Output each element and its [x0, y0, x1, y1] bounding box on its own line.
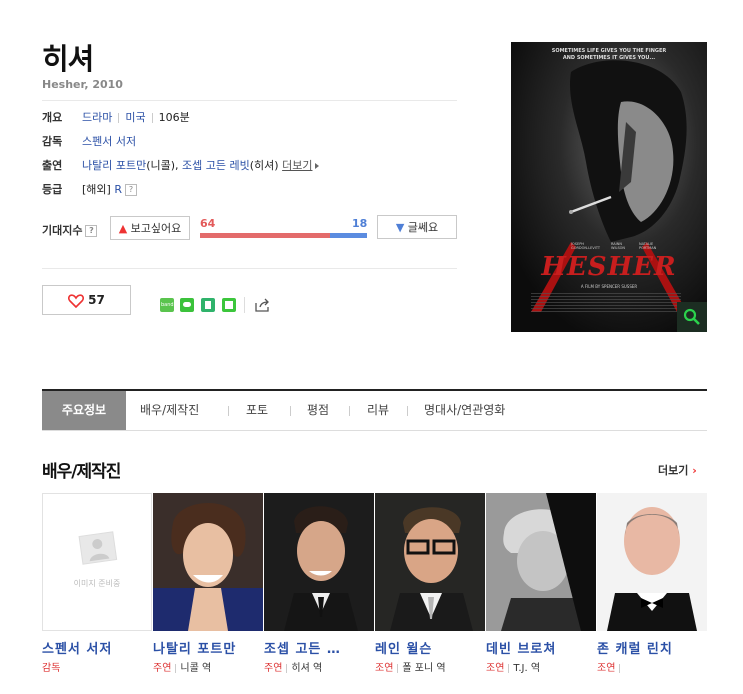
tab-cast-crew[interactable]: 배우/제작진	[140, 391, 199, 430]
chevron-right-icon: ›	[692, 464, 697, 477]
square-icon[interactable]	[222, 298, 236, 312]
want-bar	[200, 233, 330, 238]
chevron-right-icon	[315, 163, 320, 169]
info-rating: 등급 [해외] R?	[42, 182, 137, 198]
poster-actor-3: NATALIE PORTMAN	[639, 242, 657, 250]
poster-movie-name: HESHER	[541, 252, 677, 282]
cast-role-2: (히셔)	[249, 159, 279, 172]
not-bar	[330, 233, 367, 238]
cast-label: 출연	[42, 159, 63, 172]
poster-billing-block	[531, 292, 681, 312]
cast-name-4[interactable]: 레인 윌슨	[375, 638, 487, 657]
rating-link[interactable]: R	[114, 183, 122, 196]
cast-name-6[interactable]: 존 캐럴 린치	[597, 638, 709, 657]
tab-divider	[349, 406, 350, 416]
cast-photo-6[interactable]	[597, 493, 707, 631]
director-link[interactable]: 스펜서 서저	[82, 135, 136, 148]
cast-role-5: 조연 T.J. 역	[486, 663, 541, 674]
director-label: 감독	[42, 135, 63, 148]
like-button[interactable]: 57	[42, 285, 131, 315]
poster-tagline-1: SOMETIMES LIFE GIVES YOU THE FINGER	[551, 48, 667, 54]
thumbs-down-icon: ▼	[395, 221, 405, 234]
country-link[interactable]: 미국	[125, 111, 145, 124]
tab-divider	[407, 406, 408, 416]
image-placeholder-icon	[78, 531, 118, 565]
cast-name-2[interactable]: 나탈리 포트만	[153, 638, 265, 657]
cast-name-1[interactable]: 스펜서 서저	[42, 638, 154, 657]
want-count: 64	[200, 217, 216, 230]
cast-photo-3[interactable]	[264, 493, 374, 631]
expectation-label: 기대지수?	[42, 222, 98, 238]
cast-more-link[interactable]: 더보기	[282, 159, 312, 172]
bookmark-icon[interactable]	[201, 298, 215, 312]
zoom-button[interactable]	[677, 302, 707, 332]
cast-link-1[interactable]: 나탈리 포트만	[82, 159, 146, 172]
section-title: 배우/제작진	[42, 462, 121, 482]
cast-role-1: 감독	[42, 663, 61, 674]
movie-title: 히셔	[42, 42, 94, 76]
like-count: 57	[88, 293, 105, 307]
tab-bar: 주요정보 배우/제작진 포토 평점 리뷰 명대사/연관영화	[42, 389, 707, 431]
divider	[42, 100, 457, 101]
not-interested-button[interactable]: ▼ 글쎄요	[377, 215, 457, 239]
placeholder-text: 이미지 준비중	[73, 579, 121, 588]
search-icon	[683, 308, 700, 325]
cast-photo-5[interactable]	[486, 493, 596, 631]
info-overview: 개요 드라마 미국 106분	[42, 110, 190, 126]
want-label: 보고싶어요	[130, 222, 182, 235]
cast-photo-4[interactable]	[375, 493, 485, 631]
rating-label: 등급	[42, 183, 63, 196]
overview-label: 개요	[42, 111, 63, 124]
not-count: 18	[352, 217, 368, 230]
tab-photo[interactable]: 포토	[246, 391, 268, 430]
poster-actor-1: JOSEPH GORDON-LEVITT	[571, 242, 601, 250]
cast-role-4: 조연 폴 포니 역	[375, 663, 446, 674]
tab-quotes-related[interactable]: 명대사/연관영화	[424, 391, 505, 430]
info-director: 감독 스펜서 서저	[42, 134, 136, 150]
help-icon[interactable]: ?	[124, 184, 137, 196]
divider	[244, 297, 245, 313]
poster-actor-2: RAINN WILSON	[611, 242, 626, 250]
cast-photo-placeholder[interactable]: 이미지 준비중	[42, 493, 152, 631]
line-icon[interactable]	[180, 298, 194, 312]
cast-name-3[interactable]: 조셉 고든 …	[264, 638, 376, 657]
cast-role-2: 주연 니콜 역	[153, 663, 212, 674]
cast-role-1: (니콜),	[146, 159, 179, 172]
not-label: 글쎄요	[407, 221, 439, 234]
cast-role-3: 주연 히셔 역	[264, 663, 323, 674]
cast-name-5[interactable]: 데빈 브로쳐	[486, 638, 598, 657]
tab-rating[interactable]: 평점	[307, 391, 329, 430]
thumbs-up-icon: ▲	[118, 222, 128, 235]
cast-role-6: 조연	[597, 659, 624, 674]
info-cast: 출연 나탈리 포트만(니콜), 조셉 고든 레빗(히셔) 더보기	[42, 158, 320, 174]
want-to-see-button[interactable]: ▲ 보고싶어요	[110, 216, 190, 240]
section-more-link[interactable]: 더보기 ›	[658, 462, 697, 478]
help-icon[interactable]: ?	[85, 225, 98, 237]
cast-link-2[interactable]: 조셉 고든 레빗	[182, 159, 250, 172]
movie-poster[interactable]: SOMETIMES LIFE GIVES YOU THE FINGER AND …	[511, 42, 707, 332]
movie-subtitle: Hesher, 2010	[42, 78, 123, 91]
share-icon[interactable]	[255, 298, 271, 312]
tab-review[interactable]: 리뷰	[367, 391, 389, 430]
rating-prefix: [해외]	[82, 183, 111, 196]
tab-divider	[290, 406, 291, 416]
tab-divider	[228, 406, 229, 416]
poster-tagline-2: AND SOMETIMES IT GIVES YOU...	[562, 55, 656, 61]
runtime: 106분	[158, 111, 190, 124]
tab-main-info[interactable]: 주요정보	[42, 391, 126, 430]
genre-link[interactable]: 드라마	[82, 111, 112, 124]
poster-credit: A FILM BY SPENCER SUSSER	[580, 284, 638, 289]
cast-photo-2[interactable]	[153, 493, 263, 631]
heart-icon	[68, 293, 85, 308]
band-icon[interactable]: band	[160, 298, 174, 312]
divider	[42, 268, 457, 269]
